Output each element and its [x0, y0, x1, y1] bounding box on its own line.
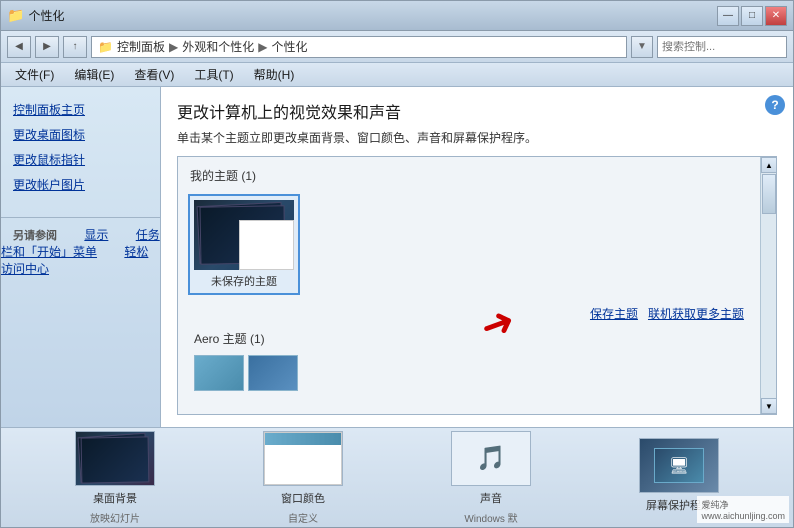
desktop-bg-label: 桌面背景	[93, 490, 137, 506]
desktop-bg-image	[76, 432, 154, 485]
window-color-item[interactable]: 窗口颜色 自定义	[248, 431, 358, 525]
vertical-scrollbar[interactable]: ▲ ▼	[760, 157, 776, 414]
sidebar-item-account-pic[interactable]: 更改帐户图片	[1, 172, 160, 197]
sound-item[interactable]: 🎵 声音 Windows 默	[436, 431, 546, 525]
theme-overlay	[239, 220, 294, 270]
search-input[interactable]	[658, 41, 794, 53]
themes-panel: 我的主题 (1)	[177, 156, 777, 415]
separator-1: ▶	[169, 40, 178, 54]
bottom-strip: 桌面背景 放映幻灯片 窗口颜色 自定义 🎵 声音 Windows 默	[1, 427, 793, 527]
window-color-sublabel: 自定义	[288, 510, 318, 525]
address-path[interactable]: 📁 控制面板 ▶ 外观和个性化 ▶ 个性化	[91, 36, 627, 58]
close-button[interactable]: ✕	[765, 6, 787, 26]
screensaver-image: 🖥	[640, 439, 718, 492]
window-color-thumbnail	[263, 431, 343, 486]
path-part-2: 外观和个性化	[182, 38, 254, 55]
up-button[interactable]: ↑	[63, 36, 87, 58]
path-part-1: 控制面板	[117, 38, 165, 55]
sidebar-also-see: 另请参阅 显示 任务栏和「开始」菜单 轻松访问中心	[1, 217, 160, 277]
sidebar: 控制面板主页 更改桌面图标 更改鼠标指针 更改帐户图片 另请参阅 显示 任务栏和…	[1, 87, 161, 427]
menu-help[interactable]: 帮助(H)	[248, 64, 301, 85]
path-dropdown[interactable]: ▼	[631, 36, 653, 58]
sound-sublabel: Windows 默	[464, 510, 517, 525]
content-area: ? 更改计算机上的视觉效果和声音 单击某个主题立即更改桌面背景、窗口颜色、声音和…	[161, 87, 793, 427]
themes-panel-row: 我的主题 (1)	[178, 157, 776, 414]
aero-themes-row	[186, 351, 752, 395]
menu-bar: 文件(F) 编辑(E) 查看(V) 工具(T) 帮助(H)	[1, 63, 793, 87]
unsaved-theme-label: 未保存的主题	[211, 273, 277, 289]
desktop-bg-thumbnail	[75, 431, 155, 486]
main-content: 控制面板主页 更改桌面图标 更改鼠标指针 更改帐户图片 另请参阅 显示 任务栏和…	[1, 87, 793, 427]
minimize-button[interactable]: —	[717, 6, 739, 26]
address-bar: ◀ ▶ ↑ 📁 控制面板 ▶ 外观和个性化 ▶ 个性化 ▼ 🔍	[1, 31, 793, 63]
separator-2: ▶	[258, 40, 267, 54]
title-bar: 📁 个性化 — □ ✕	[1, 1, 793, 31]
desktop-background-item[interactable]: 桌面背景 放映幻灯片	[60, 431, 170, 525]
search-box[interactable]: 🔍	[657, 36, 787, 58]
menu-edit[interactable]: 编辑(E)	[68, 64, 120, 85]
path-part-3: 个性化	[271, 38, 307, 55]
page-description: 单击某个主题立即更改桌面背景、窗口颜色、声音和屏幕保护程序。	[177, 129, 777, 146]
watermark-brand: 爱纯净	[701, 500, 728, 510]
aero-theme-1[interactable]	[194, 355, 244, 391]
window-color-image	[264, 432, 342, 485]
menu-view[interactable]: 查看(V)	[128, 64, 180, 85]
back-button[interactable]: ◀	[7, 36, 31, 58]
main-window: 📁 个性化 — □ ✕ ◀ ▶ ↑ 📁 控制面板 ▶ 外观和个性化 ▶ 个性化 …	[0, 0, 794, 528]
sound-image: 🎵	[452, 432, 530, 485]
folder-icon: 📁	[98, 40, 113, 54]
window-color-label: 窗口颜色	[281, 490, 325, 506]
my-themes-label: 我的主题 (1)	[186, 165, 752, 186]
online-themes-link[interactable]: 联机获取更多主题	[648, 305, 744, 322]
help-icon[interactable]: ?	[765, 95, 785, 115]
sound-label: 声音	[480, 490, 502, 506]
scroll-down-button[interactable]: ▼	[761, 398, 777, 414]
sound-thumbnail: 🎵	[451, 431, 531, 486]
page-title: 更改计算机上的视觉效果和声音	[177, 99, 777, 123]
theme-thumbnail	[194, 200, 294, 270]
desktop-bg-sublabel: 放映幻灯片	[90, 510, 140, 525]
maximize-button[interactable]: □	[741, 6, 763, 26]
title-bar-left: 📁 个性化	[7, 7, 64, 24]
sidebar-item-home[interactable]: 控制面板主页	[1, 97, 160, 122]
title-bar-controls: — □ ✕	[717, 6, 787, 26]
scroll-thumb[interactable]	[762, 174, 776, 214]
unsaved-theme-item[interactable]: 未保存的主题	[188, 194, 300, 295]
scroll-up-button[interactable]: ▲	[761, 157, 777, 173]
menu-tools[interactable]: 工具(T)	[188, 64, 239, 85]
forward-button[interactable]: ▶	[35, 36, 59, 58]
save-theme-link[interactable]: 保存主题	[590, 305, 638, 322]
save-links: 保存主题 联机获取更多主题	[186, 301, 752, 326]
aero-section-label: Aero 主题 (1)	[186, 326, 752, 351]
aero-theme-2[interactable]	[248, 355, 298, 391]
themes-content: 我的主题 (1)	[178, 157, 760, 414]
watermark: 爱纯净 www.aichunljing.com	[697, 496, 789, 523]
screensaver-thumbnail: 🖥	[639, 438, 719, 493]
window-title: 个性化	[28, 7, 64, 24]
sidebar-item-mouse-pointer[interactable]: 更改鼠标指针	[1, 147, 160, 172]
sidebar-item-desktop-icons[interactable]: 更改桌面图标	[1, 122, 160, 147]
menu-file[interactable]: 文件(F)	[9, 64, 60, 85]
watermark-url: www.aichunljing.com	[701, 511, 785, 521]
